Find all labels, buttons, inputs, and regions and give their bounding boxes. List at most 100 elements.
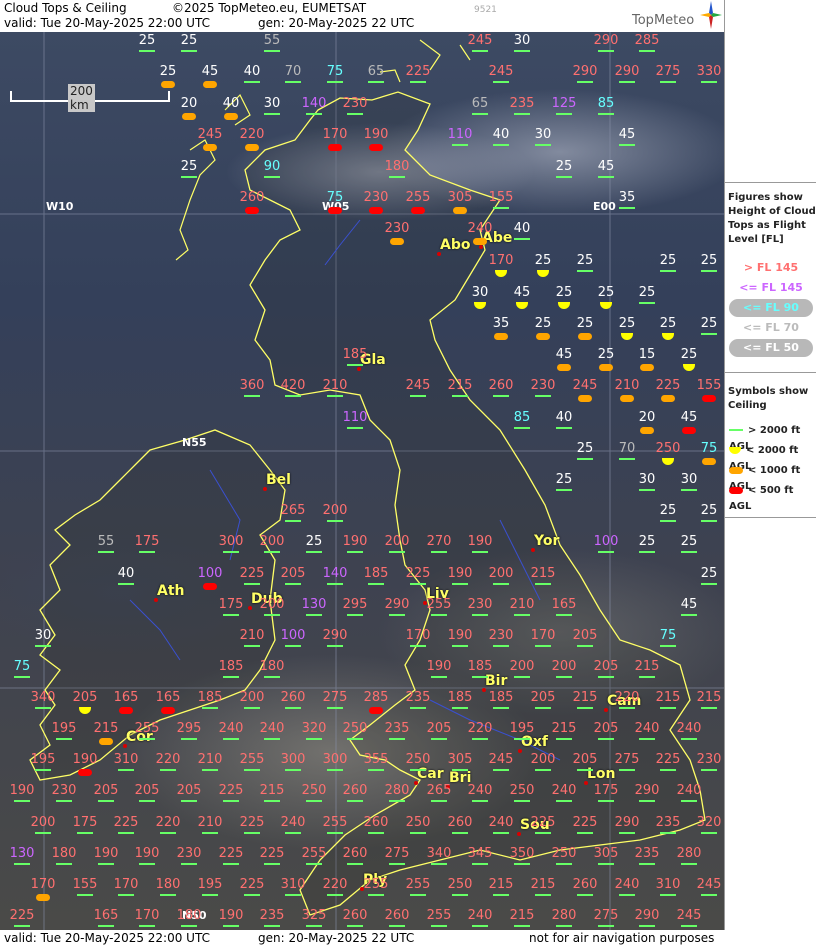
cloud-top-value: 205 bbox=[593, 721, 619, 736]
cloud-top-label: 45 bbox=[681, 598, 698, 612]
cloud-top-value: 25 bbox=[680, 534, 698, 549]
ceiling-ok-line bbox=[264, 614, 280, 616]
ceiling-symbol-icon bbox=[729, 486, 743, 494]
ceiling-ok-line bbox=[514, 676, 530, 678]
cloud-top-label: 345 bbox=[468, 847, 493, 861]
cloud-top-label: 290 bbox=[573, 65, 598, 79]
ceiling-ok-line bbox=[472, 551, 488, 553]
image-code: 9521 bbox=[474, 5, 497, 15]
cloud-top-label: 300 bbox=[219, 535, 244, 549]
cloud-top-label: 180 bbox=[177, 909, 202, 923]
cloud-top-label: 30 bbox=[535, 128, 552, 142]
cloud-top-value: 225 bbox=[259, 846, 285, 861]
cloud-top-label: 205 bbox=[427, 722, 452, 736]
cloud-top-value: 170 bbox=[530, 628, 556, 643]
cloud-top-value: 250 bbox=[405, 752, 431, 767]
cloud-top-label: 110 bbox=[448, 128, 473, 142]
cloud-top-value: 25 bbox=[700, 503, 718, 518]
cloud-top-value: 255 bbox=[134, 721, 160, 736]
cloud-top-label: 200 bbox=[489, 567, 514, 581]
cloud-top-value: 225 bbox=[9, 908, 35, 923]
ceiling-ok-line bbox=[472, 614, 488, 616]
generated-time: gen: 20-May-2025 22 UTC bbox=[258, 16, 415, 30]
cloud-top-label: 290 bbox=[594, 34, 619, 48]
ceiling-ok-line bbox=[556, 427, 572, 429]
cloud-top-label: 310 bbox=[114, 753, 139, 767]
cloud-top-value: 230 bbox=[342, 96, 368, 111]
cloud-top-label: 420 bbox=[281, 379, 306, 393]
ceiling-ok-line bbox=[556, 489, 572, 491]
cloud-top-label: 220 bbox=[156, 753, 181, 767]
ceiling-ok-line bbox=[347, 614, 363, 616]
ceiling-ok-line bbox=[619, 458, 635, 460]
cloud-top-value: 175 bbox=[218, 597, 244, 612]
cloud-top-label: 25 bbox=[660, 317, 677, 331]
ceiling-ok-line bbox=[681, 925, 697, 927]
ceiling-ok-line bbox=[431, 614, 447, 616]
symbols-legend: Symbols show Ceiling > 2000 ft AGL< 2000… bbox=[725, 372, 816, 518]
cloud-top-label: 275 bbox=[615, 753, 640, 767]
cloud-top-label: 230 bbox=[697, 753, 722, 767]
ceiling-ok-line bbox=[389, 551, 405, 553]
ceiling-ok-line bbox=[598, 676, 614, 678]
cloud-top-label: 255 bbox=[302, 847, 327, 861]
cloud-top-label: 130 bbox=[302, 598, 327, 612]
ceiling-1000-symbol bbox=[640, 427, 654, 434]
cloud-top-value: 190 bbox=[447, 566, 473, 581]
cloud-top-label: 260 bbox=[240, 191, 265, 205]
cloud-top-label: 90 bbox=[264, 160, 281, 174]
cloud-top-value: 290 bbox=[614, 815, 640, 830]
cloud-top-value: 320 bbox=[301, 721, 327, 736]
ceiling-ok-line bbox=[181, 925, 197, 927]
cloud-top-label: 205 bbox=[177, 784, 202, 798]
ceiling-ok-line bbox=[514, 800, 530, 802]
cloud-top-label: 245 bbox=[489, 65, 514, 79]
cloud-top-value: 360 bbox=[239, 378, 265, 393]
cloud-top-label: 225 bbox=[260, 847, 285, 861]
cloud-top-label: 190 bbox=[10, 784, 35, 798]
cloud-top-value: 65 bbox=[471, 96, 489, 111]
ceiling-ok-line bbox=[118, 894, 134, 896]
ceiling-ok-line bbox=[410, 645, 426, 647]
cloud-top-value: 225 bbox=[113, 815, 139, 830]
cloud-top-label: 250 bbox=[510, 784, 535, 798]
cloud-top-label: 225 bbox=[406, 65, 431, 79]
cloud-top-value: 35 bbox=[618, 190, 636, 205]
ceiling-ok-line bbox=[660, 645, 676, 647]
cloud-top-value: 280 bbox=[676, 846, 702, 861]
symbols-legend-title-1: Symbols show bbox=[728, 386, 809, 397]
cloud-top-value: 275 bbox=[614, 752, 640, 767]
ceiling-ok-line bbox=[389, 614, 405, 616]
ceiling-ok-line bbox=[285, 769, 301, 771]
cloud-top-label: 210 bbox=[240, 629, 265, 643]
ceiling-ok-line bbox=[181, 800, 197, 802]
ceiling-ok-line bbox=[327, 894, 343, 896]
ceiling-ok-line bbox=[389, 800, 405, 802]
cloud-top-value: 205 bbox=[572, 628, 598, 643]
cloud-top-value: 290 bbox=[634, 908, 660, 923]
cloud-top-label: 235 bbox=[510, 97, 535, 111]
cloud-top-value: 200 bbox=[488, 566, 514, 581]
cloud-top-value: 215 bbox=[488, 877, 514, 892]
cloud-top-value: 200 bbox=[259, 534, 285, 549]
ceiling-ok-line bbox=[306, 800, 322, 802]
ceiling-1000-symbol bbox=[536, 333, 550, 340]
ceiling-500-symbol bbox=[245, 207, 259, 214]
ceiling-ok-line bbox=[223, 614, 239, 616]
ceiling-ok-line bbox=[619, 81, 635, 83]
ceiling-ok-line bbox=[14, 925, 30, 927]
ceiling-ok-line bbox=[285, 832, 301, 834]
ceiling-ok-line bbox=[285, 707, 301, 709]
cloud-top-label: 25 bbox=[660, 254, 677, 268]
ceiling-ok-line bbox=[223, 800, 239, 802]
cloud-top-value: 155 bbox=[696, 378, 722, 393]
cloud-top-value: 125 bbox=[551, 96, 577, 111]
ceiling-ok-line bbox=[514, 614, 530, 616]
cloud-top-value: 75 bbox=[13, 659, 31, 674]
satellite-map[interactable]: W10W05E00N55N50 AboAbeGlaBelYorAthDubLiv… bbox=[0, 32, 724, 930]
cloud-top-label: 320 bbox=[302, 722, 327, 736]
ceiling-ok-line bbox=[223, 925, 239, 927]
ceiling-ok-line bbox=[701, 333, 717, 335]
ceiling-ok-line bbox=[577, 832, 593, 834]
ceiling-ok-line bbox=[535, 583, 551, 585]
